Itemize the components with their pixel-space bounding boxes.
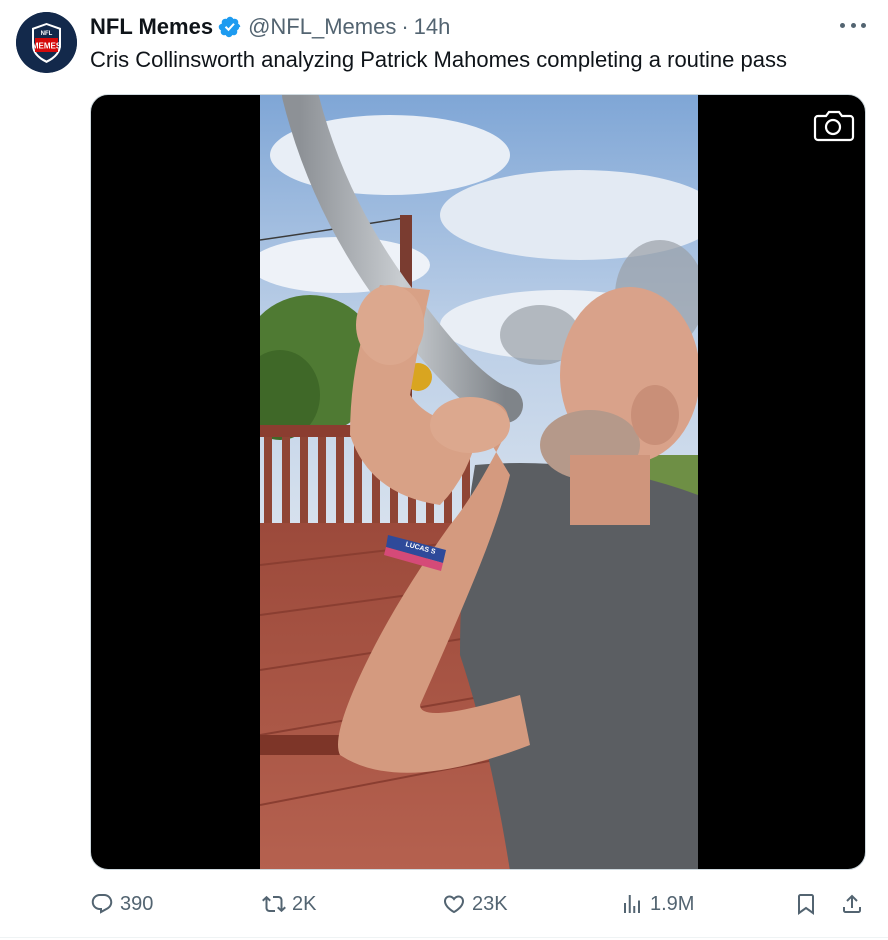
video-still-image: LUCAS S (260, 95, 698, 869)
views-icon (620, 892, 650, 916)
retweet-count: 2K (292, 892, 317, 915)
retweet-button[interactable]: 2K (262, 886, 316, 922)
reply-count: 390 (120, 892, 154, 915)
reply-button[interactable]: 390 (90, 886, 153, 922)
divider (0, 937, 888, 938)
camera-icon[interactable] (811, 107, 855, 143)
bookmark-button[interactable] (794, 886, 824, 922)
tweet-header: NFL Memes @NFL_Memes · 14h (90, 12, 450, 42)
avatar[interactable]: NFL MEMES (16, 12, 77, 73)
reply-icon (90, 892, 120, 916)
like-icon (442, 892, 472, 916)
video-frame: LUCAS S (260, 95, 698, 869)
views-button[interactable]: 1.9M (620, 886, 694, 922)
display-name[interactable]: NFL Memes (90, 14, 213, 40)
separator-dot: · (401, 14, 409, 39)
retweet-icon (262, 892, 292, 916)
bookmark-icon (794, 892, 824, 916)
avatar-text-top: NFL (41, 31, 53, 37)
tweet[interactable]: NFL MEMES NFL Memes @NFL_Memes · 14h Cri… (0, 0, 888, 940)
share-icon (840, 892, 870, 916)
action-bar: 390 2K 23K 1.9M (90, 886, 878, 922)
tweet-text: Cris Collinsworth analyzing Patrick Maho… (90, 47, 787, 72)
views-count: 1.9M (650, 892, 695, 915)
more-icon[interactable] (840, 18, 866, 32)
author-handle[interactable]: @NFL_Memes (248, 14, 396, 40)
tweet-timestamp[interactable]: 14h (414, 14, 451, 40)
avatar-text-main: MEMES (32, 42, 62, 51)
like-count: 23K (472, 892, 508, 915)
share-button[interactable] (840, 886, 870, 922)
nfl-memes-logo: NFL MEMES (16, 12, 77, 73)
like-button[interactable]: 23K (442, 886, 508, 922)
verified-icon[interactable] (218, 15, 242, 39)
media-video[interactable]: LUCAS S (90, 94, 866, 870)
